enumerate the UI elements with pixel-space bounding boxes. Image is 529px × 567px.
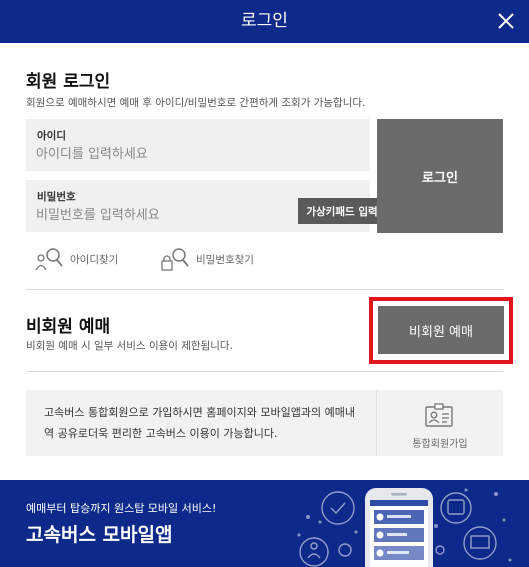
non-member-description: 비회원 예매 시 일부 서비스 이용이 제한됩니다. xyxy=(26,340,233,352)
integrated-join-link[interactable]: 통합회원가입 xyxy=(377,390,503,456)
password-field: 비밀번호 가상키패드 입력 xyxy=(26,180,386,232)
section-divider xyxy=(26,371,503,372)
integrated-member-box: 고속버스 통합회원으로 가입하시면 홈페이지와 모바일앱과의 예매내역 공유로더… xyxy=(26,390,503,456)
page-title: 로그인 xyxy=(241,11,288,31)
id-label: 아이디 xyxy=(37,130,66,142)
find-id-label: 아이디찾기 xyxy=(70,253,119,266)
banner-title: 고속버스 모바일앱 xyxy=(26,524,173,546)
non-member-title: 비회원 예매 xyxy=(26,317,111,337)
header-bar: 로그인 xyxy=(0,0,529,43)
member-login-description: 회원으로 예매하시면 예매 후 아이디/비밀번호로 간편하게 조회가 가능합니다… xyxy=(26,97,366,109)
id-input[interactable] xyxy=(36,143,266,165)
find-password-icon xyxy=(161,248,189,271)
member-card-icon xyxy=(425,403,453,427)
id-field: 아이디 xyxy=(26,119,370,171)
password-label: 비밀번호 xyxy=(37,191,76,203)
non-member-booking-button[interactable]: 비회원 예매 xyxy=(378,306,504,354)
find-password-link[interactable]: 비밀번호찾기 xyxy=(160,247,254,271)
banner-subtitle: 예매부터 탑승까지 원스탑 모바일 서비스! xyxy=(26,502,217,515)
close-button[interactable] xyxy=(495,10,517,32)
find-password-label: 비밀번호찾기 xyxy=(196,253,254,266)
close-icon xyxy=(498,13,514,29)
member-login-title: 회원 로그인 xyxy=(26,72,111,92)
password-input[interactable] xyxy=(36,204,266,226)
login-button[interactable]: 로그인 xyxy=(377,119,503,233)
mobile-app-illustration xyxy=(297,488,512,567)
mobile-app-banner[interactable]: 예매부터 탑승까지 원스탑 모바일 서비스! 고속버스 모바일앱 xyxy=(0,480,529,567)
section-divider xyxy=(26,289,503,290)
find-id-link[interactable]: 아이디찾기 xyxy=(34,247,118,271)
integrated-member-text: 고속버스 통합회원으로 가입하시면 홈페이지와 모바일앱과의 예매내역 공유로더… xyxy=(44,406,355,440)
integrated-join-label: 통합회원가입 xyxy=(412,439,468,450)
find-id-icon xyxy=(35,248,63,271)
virtual-keypad-button[interactable]: 가상키패드 입력 xyxy=(298,198,386,224)
